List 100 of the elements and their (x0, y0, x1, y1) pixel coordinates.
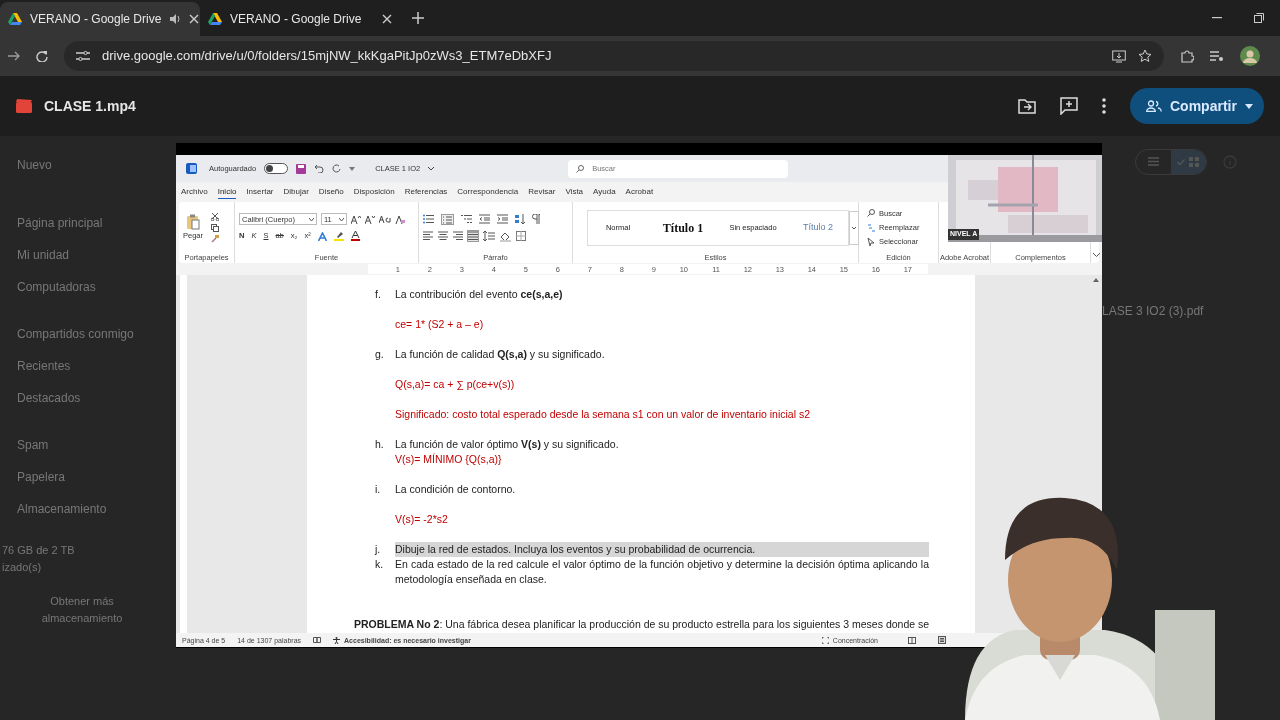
book-icon[interactable] (313, 637, 322, 643)
close-icon[interactable] (382, 14, 392, 24)
search-icon (867, 209, 875, 218)
file-name: CLASE 1.mp4 (44, 96, 136, 116)
print-layout-icon[interactable] (938, 636, 946, 644)
restore-icon[interactable] (1254, 13, 1264, 23)
copy-icon[interactable] (211, 223, 219, 232)
address-bar[interactable]: drive.google.com/drive/u/0/folders/15mjNW_kkKgaPitJp0zWs3_ETM7eDbXFJ (64, 41, 1164, 71)
decrease-indent-icon[interactable] (479, 214, 490, 224)
grow-font-icon[interactable] (351, 214, 361, 224)
align-left-icon[interactable] (423, 231, 433, 241)
share-button[interactable]: Compartir (1130, 88, 1264, 124)
site-settings-icon[interactable] (76, 50, 90, 62)
list-text: La función de calidad Q(s,a) y su significado. (395, 347, 606, 362)
profile-avatar-icon[interactable] (1240, 46, 1260, 66)
video-file-icon (16, 99, 32, 113)
increase-indent-icon[interactable] (497, 214, 508, 224)
align-right-icon[interactable] (453, 231, 463, 241)
list-marker: k. (375, 557, 385, 572)
style-option[interactable]: Título 2 (788, 220, 848, 235)
list-marker: j. (375, 542, 382, 557)
format-painter-icon[interactable] (211, 234, 219, 243)
justify-icon[interactable] (468, 231, 478, 241)
install-app-icon[interactable] (1112, 49, 1126, 63)
answer-text: V(s)= MÍNIMO {Q(s,a)} (395, 453, 502, 465)
check-icon (1177, 159, 1185, 165)
ribbon-tab[interactable]: Inicio (217, 185, 237, 199)
browser-tab[interactable]: VERANO - Google Drive (0, 2, 200, 36)
dropdown-icon (339, 217, 344, 221)
highlighter-icon[interactable] (333, 231, 344, 241)
focus-icon (821, 636, 829, 644)
borders-icon[interactable] (516, 231, 526, 241)
list-marker: i. (375, 482, 382, 497)
save-icon[interactable] (296, 163, 307, 174)
ribbon-tab[interactable]: Correspondencia (457, 186, 519, 198)
browser-tab[interactable]: VERANO - Google Drive (200, 2, 400, 36)
redo-icon[interactable] (332, 164, 342, 173)
undo-icon[interactable] (314, 164, 325, 173)
search-icon (576, 164, 585, 173)
ribbon-tab[interactable]: Archivo (181, 186, 208, 198)
speaker-icon[interactable] (169, 13, 182, 25)
drive-icon (8, 12, 22, 26)
list-view-icon (1148, 156, 1159, 168)
answer-text: Q(s,a)= ca + ∑ p(ce+v(s)) (395, 378, 515, 390)
storage-text: 76 GB de 2 TB (2, 543, 76, 558)
list-text: Dibuje la red de estados. Incluya los eventos y su probabilidad de ocurrencia. (395, 542, 929, 557)
pilcrow-icon[interactable] (532, 214, 540, 224)
ribbon-tab[interactable]: Vista (565, 186, 584, 198)
tab-title: VERANO - Google Drive (230, 11, 363, 28)
collapse-ribbon-icon[interactable] (1093, 253, 1100, 257)
list-text: En cada estado de la red calcule el valor óptimo de la función objetivo y determine la decisión óptima aplicando la metodología enseñada en clase. (395, 557, 929, 587)
list-marker: g. (375, 347, 385, 362)
ribbon-tab[interactable]: Dibujar (283, 186, 309, 198)
ribbon-tab[interactable]: Disposición (353, 186, 395, 198)
reload-icon[interactable] (36, 50, 48, 62)
style-option[interactable]: Título 1 (648, 218, 718, 237)
scroll-up-icon[interactable] (1093, 278, 1099, 282)
move-to-folder-icon[interactable] (1018, 98, 1036, 114)
shading-icon[interactable] (500, 230, 511, 242)
customize-icon[interactable] (349, 166, 356, 171)
forward-arrow-icon[interactable] (8, 51, 20, 61)
minimize-icon[interactable] (1212, 17, 1222, 19)
ribbon-tab[interactable]: Revisar (528, 186, 556, 198)
star-icon[interactable] (1138, 49, 1152, 63)
list-text: La contribución del evento ce(s,a,e) (395, 287, 564, 302)
ribbon-tab[interactable]: Ayuda (593, 186, 616, 198)
autosave-toggle[interactable] (264, 163, 289, 174)
bullet-list-icon[interactable] (423, 214, 434, 224)
accessibility-icon (333, 636, 341, 644)
word-logo-icon (186, 163, 197, 174)
drive-icon (208, 12, 222, 26)
close-icon[interactable] (189, 14, 200, 24)
add-comment-icon[interactable] (1060, 97, 1078, 115)
ribbon-tab[interactable]: Diseño (318, 186, 344, 198)
paragraph-text: PROBLEMA No 2: Una fábrica desea planificar la producción de su producto estrella para los siguientes 3 meses donde se (354, 618, 930, 630)
answer-text: ce= 1* (S2 + a – e) (395, 318, 484, 330)
cut-icon[interactable] (211, 212, 219, 221)
ribbon-tab[interactable]: Referencias (404, 186, 448, 198)
line-spacing-icon[interactable] (483, 231, 495, 241)
sort-icon[interactable] (515, 213, 525, 225)
tab-title: VERANO - Google Drive (30, 11, 162, 28)
change-case-icon[interactable] (379, 215, 391, 224)
multilevel-list-icon[interactable] (461, 214, 472, 224)
grid-view-icon (1189, 156, 1200, 168)
numbered-list-icon[interactable] (441, 213, 454, 225)
new-tab-icon[interactable] (412, 12, 424, 24)
list-marker: f. (375, 287, 382, 302)
align-center-icon[interactable] (438, 231, 448, 241)
url-text: drive.google.com/drive/u/0/folders/15mjNW_kkKgaPitJp0zWs3_ETM7eDbXFJ (102, 47, 553, 66)
read-mode-icon[interactable] (908, 636, 916, 644)
font-color-icon[interactable] (350, 231, 360, 241)
ribbon-tab[interactable]: Insertar (246, 186, 274, 198)
media-icon[interactable] (1210, 50, 1224, 62)
shrink-font-icon[interactable] (365, 214, 375, 224)
text-effects-icon[interactable] (317, 231, 327, 241)
more-options-icon[interactable] (1102, 98, 1106, 114)
people-icon (1146, 100, 1162, 112)
extensions-icon[interactable] (1180, 49, 1194, 63)
clear-format-icon[interactable] (395, 214, 405, 224)
ribbon-tab[interactable]: Acrobat (625, 186, 654, 198)
